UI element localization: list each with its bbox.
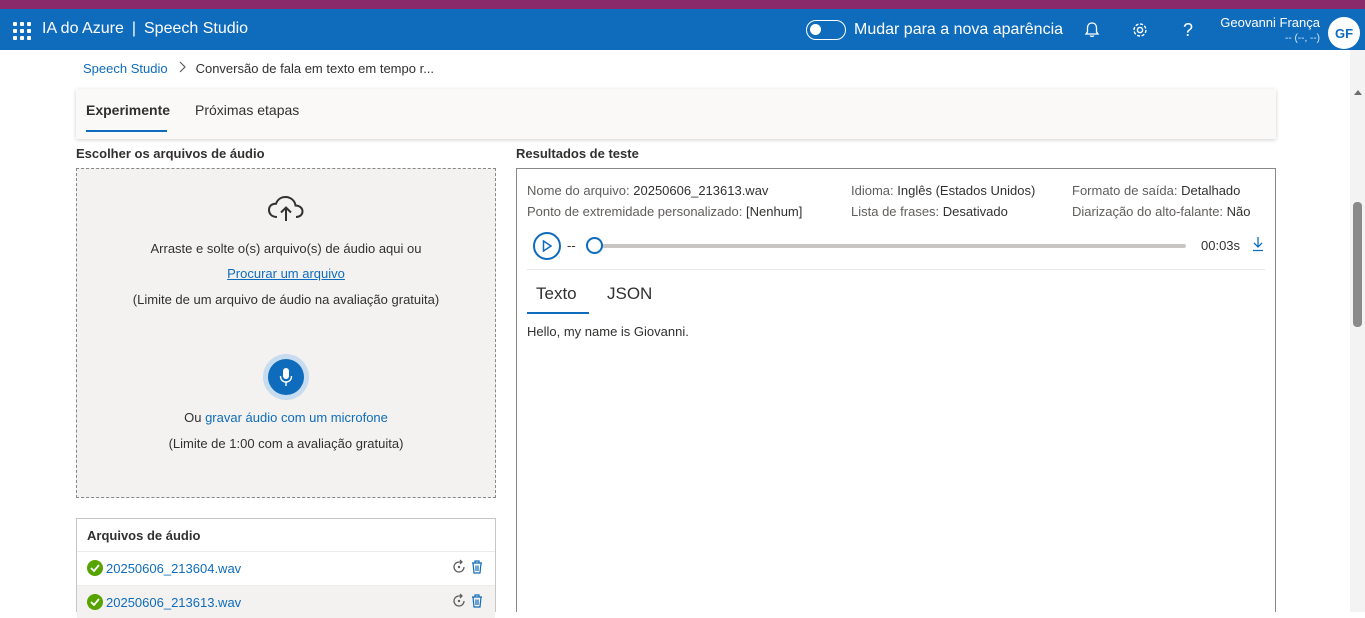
- retry-icon[interactable]: [451, 559, 467, 575]
- meta-endpoint: Ponto de extremidade personalizado: [Nen…: [527, 204, 802, 219]
- record-microphone-link[interactable]: gravar áudio com um microfone: [205, 410, 388, 425]
- meta-label: Diarização do alto-falante:: [1072, 204, 1224, 219]
- help-icon[interactable]: ?: [1177, 19, 1199, 41]
- active-tab-indicator: [86, 130, 167, 132]
- notifications-bell-icon[interactable]: [1081, 19, 1103, 41]
- meta-language: Idioma: Inglês (Estados Unidos): [851, 183, 1035, 198]
- meta-label: Idioma:: [851, 183, 894, 198]
- audio-files-panel: Arquivos de áudio 20250606_213604.wav 20…: [76, 518, 496, 618]
- record-microphone-button[interactable]: [263, 354, 309, 400]
- tab-experiment[interactable]: Experimente: [86, 102, 170, 118]
- download-icon[interactable]: [1251, 236, 1265, 252]
- file-name-link[interactable]: 20250606_213613.wav: [106, 595, 241, 610]
- settings-gear-icon[interactable]: [1129, 19, 1151, 41]
- meta-label: Ponto de extremidade personalizado:: [527, 204, 743, 219]
- scroll-thumb[interactable]: [1353, 202, 1362, 327]
- transcript-text: Hello, my name is Giovanni.: [527, 324, 689, 339]
- breadcrumb-current: Conversão de fala em texto em tempo r...: [195, 61, 435, 76]
- new-look-toggle[interactable]: [806, 20, 846, 40]
- meta-value: Detalhado: [1181, 183, 1241, 198]
- tab-next-steps[interactable]: Próximas etapas: [195, 102, 299, 118]
- divider: [527, 269, 1265, 270]
- top-accent-strip: [0, 0, 1365, 9]
- file-name-link[interactable]: 20250606_213604.wav: [106, 561, 241, 576]
- product-name[interactable]: Speech Studio: [144, 20, 248, 37]
- top-header: IA do Azure | Speech Studio Mudar para a n…: [0, 9, 1365, 50]
- microphone-icon: [279, 368, 293, 386]
- meta-value: 20250606_213613.wav: [633, 183, 769, 198]
- audio-seek-thumb[interactable]: [586, 237, 603, 254]
- delete-trash-icon[interactable]: [470, 559, 486, 575]
- chevron-right-icon: [178, 61, 186, 76]
- retry-icon[interactable]: [451, 593, 467, 609]
- app-name[interactable]: IA do Azure: [42, 20, 124, 37]
- brand: IA do Azure | Speech Studio: [42, 20, 248, 38]
- scroll-up-arrow-icon[interactable]: [1354, 90, 1362, 95]
- audio-dropzone[interactable]: Arraste e solte o(s) arquivo(s) de áudio…: [76, 168, 496, 498]
- drag-drop-text: Arraste e solte o(s) arquivo(s) de áudio…: [150, 241, 422, 256]
- meta-value: Desativado: [942, 204, 1008, 219]
- results-section-title: Resultados de teste: [516, 146, 639, 161]
- meta-phrase-list: Lista de frases: Desativado: [851, 204, 1008, 219]
- test-results-panel: Nome do arquivo: 20250606_213613.wav Pon…: [516, 168, 1276, 612]
- browse-file-link[interactable]: Procurar um arquivo: [227, 266, 345, 281]
- brand-separator: |: [131, 20, 136, 37]
- page-tabs: Experimente Próximas etapas: [76, 89, 1276, 139]
- record-limit-text: (Limite de 1:00 com a avaliação gratuita…: [168, 436, 404, 451]
- new-look-toggle-label: Mudar para a nova aparência: [854, 21, 1064, 38]
- user-name[interactable]: Geovanni França: [1220, 15, 1320, 30]
- tab-text[interactable]: Texto: [536, 284, 577, 304]
- active-result-tab-indicator: [527, 312, 589, 314]
- user-directory: -- (--, --): [1285, 33, 1320, 44]
- audio-duration: 00:03s: [1201, 238, 1241, 253]
- success-check-icon: [87, 560, 103, 576]
- upload-section-title: Escolher os arquivos de áudio: [76, 146, 265, 161]
- meta-value: Não: [1226, 204, 1251, 219]
- list-item[interactable]: 20250606_213604.wav: [77, 551, 495, 584]
- breadcrumb: Speech Studio Conversão de fala em texto…: [83, 61, 434, 76]
- success-check-icon: [87, 594, 103, 610]
- player-position: --: [567, 238, 576, 253]
- breadcrumb-root-link[interactable]: Speech Studio: [83, 61, 168, 76]
- meta-label: Formato de saída:: [1072, 183, 1178, 198]
- tab-json[interactable]: JSON: [607, 284, 652, 304]
- page-scrollbar[interactable]: [1350, 50, 1365, 612]
- delete-trash-icon[interactable]: [470, 593, 486, 609]
- play-icon: [542, 240, 552, 252]
- meta-value: Inglês (Estados Unidos): [897, 183, 1036, 198]
- audio-files-title: Arquivos de áudio: [87, 528, 201, 543]
- meta-file-name: Nome do arquivo: 20250606_213613.wav: [527, 183, 768, 198]
- app-launcher-icon[interactable]: [13, 22, 31, 40]
- meta-value: [Nenhum]: [746, 204, 803, 219]
- audio-seek-track[interactable]: [594, 244, 1186, 248]
- avatar[interactable]: GF: [1328, 17, 1360, 49]
- list-item[interactable]: 20250606_213613.wav: [77, 585, 495, 618]
- meta-diarization: Diarização do alto-falante: Não: [1072, 204, 1251, 219]
- play-button[interactable]: [533, 232, 561, 260]
- file-limit-text: (Limite de um arquivo de áudio na avalia…: [132, 292, 440, 307]
- meta-label: Lista de frases:: [851, 204, 940, 219]
- record-prefix: Ou: [184, 410, 202, 425]
- meta-label: Nome do arquivo:: [527, 183, 630, 198]
- meta-output-format: Formato de saída: Detalhado: [1072, 183, 1240, 198]
- cloud-upload-icon: [267, 195, 305, 228]
